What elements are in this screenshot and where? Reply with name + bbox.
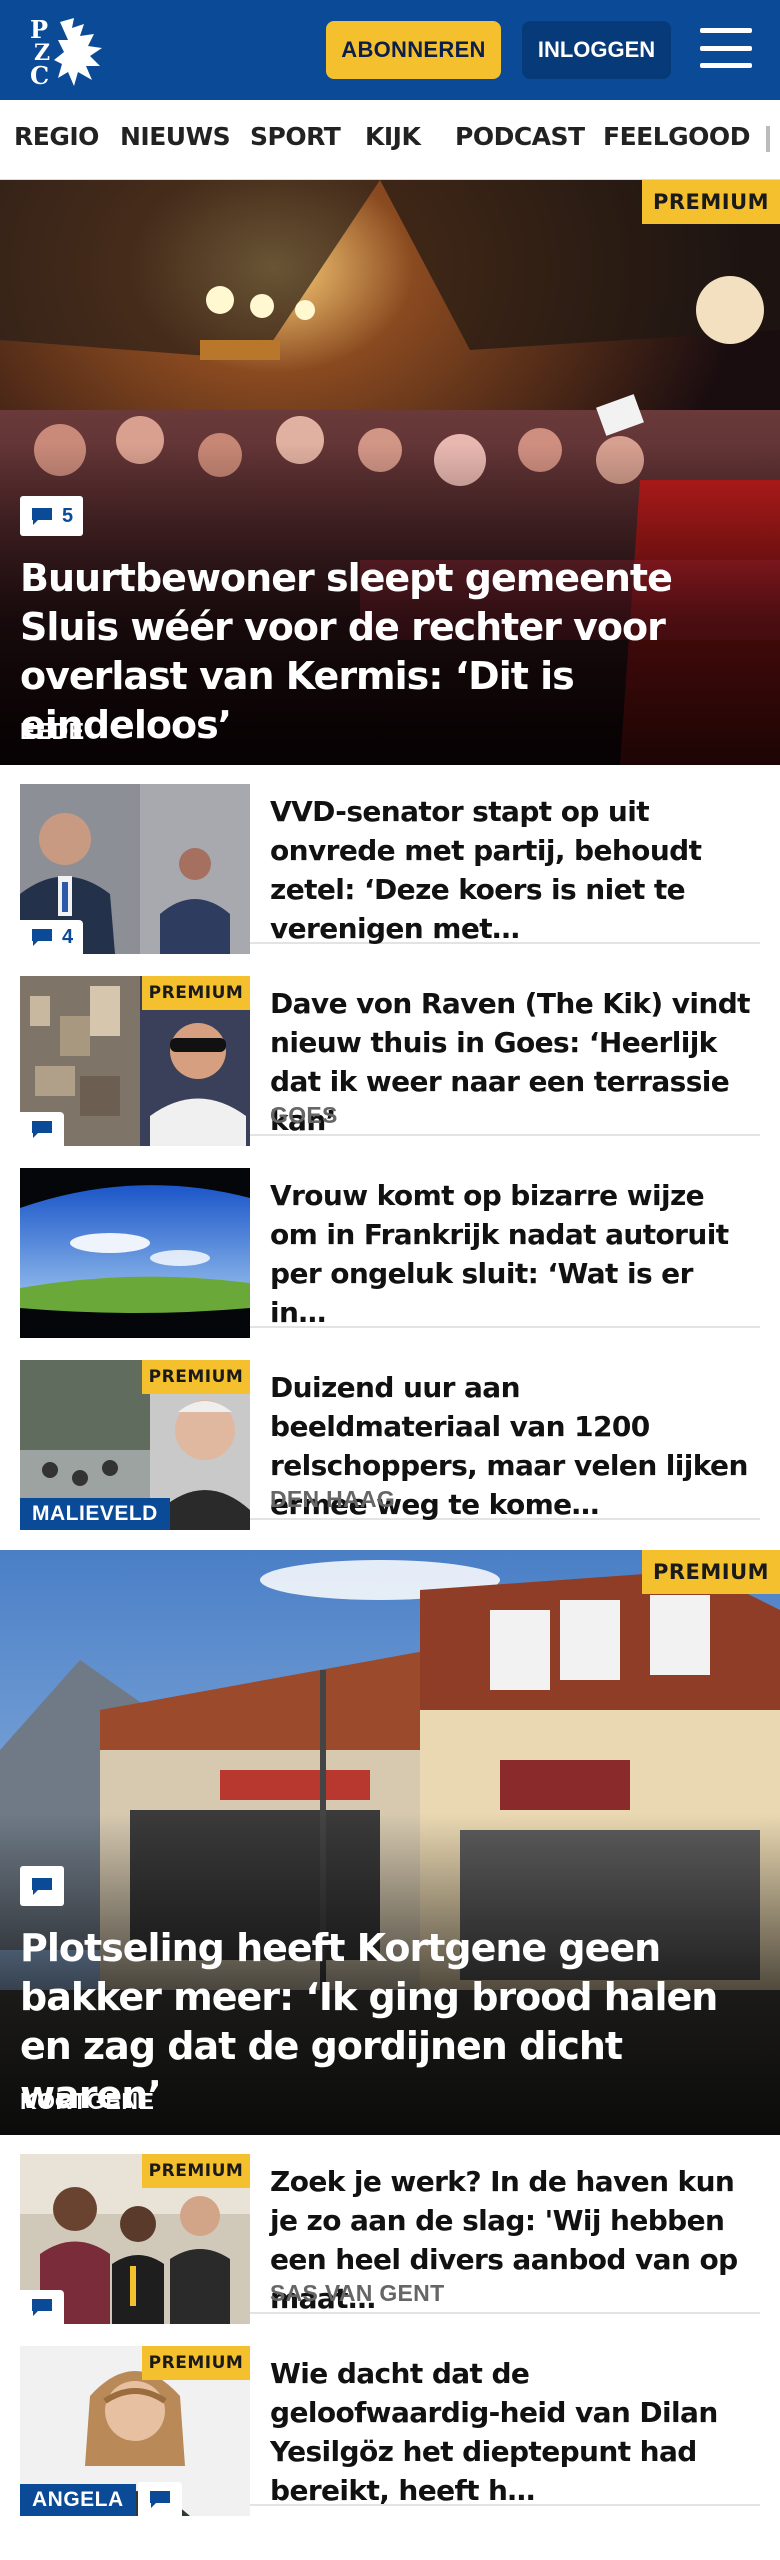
article-thumbnail: PREMIUM bbox=[20, 2154, 250, 2324]
list-item[interactable]: 4 VVD-senator stapt op uit onvrede met p… bbox=[20, 772, 760, 954]
article-headline[interactable]: Dave von Raven (The Kik) vindt nieuw thu… bbox=[270, 984, 751, 1140]
comment-count-badge[interactable]: 4 bbox=[20, 920, 84, 954]
comment-icon bbox=[32, 508, 52, 525]
article-location: SAS VAN GENT bbox=[270, 2280, 445, 2306]
hero-location: EEDE bbox=[20, 718, 85, 744]
article-headline[interactable]: Vrouw komt op bizarre wijze om in Frankr… bbox=[270, 1176, 750, 1332]
hero-article-kermis[interactable]: PREMIUM 5 Buurtbewoner sleept gemeente S… bbox=[0, 180, 780, 765]
comment-button[interactable] bbox=[138, 2482, 182, 2516]
nav-item-podcast[interactable]: PODCAST bbox=[455, 122, 585, 151]
topic-tag[interactable]: MALIEVELD bbox=[20, 1498, 170, 1530]
list-item[interactable]: PREMIUM Dave von Raven (The Kik) vindt n… bbox=[20, 964, 760, 1146]
article-headline[interactable]: Wie dacht dat de geloofwaardig-heid van … bbox=[270, 2354, 750, 2510]
article-thumbnail: PREMIUM ANGELA bbox=[20, 2346, 250, 2516]
premium-badge: PREMIUM bbox=[142, 1360, 250, 1394]
hero-article-kortgene[interactable]: PREMIUM Plotseling heeft Kortgene geen b… bbox=[0, 1550, 780, 2135]
article-thumbnail: 4 bbox=[20, 784, 250, 954]
article-headline[interactable]: VVD-senator stapt op uit onvrede met par… bbox=[270, 792, 750, 948]
article-location: DEN HAAG bbox=[270, 1486, 396, 1512]
premium-badge: PREMIUM bbox=[642, 180, 780, 224]
hero-location: KORTGENE bbox=[20, 2088, 155, 2114]
nav-item-sport[interactable]: SPORT bbox=[250, 122, 341, 151]
hero-headline[interactable]: Buurtbewoner sleept gemeente Sluis wéér … bbox=[20, 554, 770, 750]
section-nav: REGIO NIEUWS SPORT KIJK PODCAST FEELGOOD bbox=[0, 100, 780, 180]
comment-count: 5 bbox=[62, 504, 74, 527]
nav-overflow-indicator bbox=[766, 126, 770, 152]
article-thumbnail: PREMIUM bbox=[20, 976, 250, 1146]
comment-button[interactable] bbox=[20, 2290, 64, 2324]
comment-icon bbox=[32, 1878, 52, 1895]
topic-tag[interactable]: ANGELA bbox=[20, 2484, 136, 2516]
comment-icon bbox=[32, 2299, 52, 2316]
subscribe-button[interactable]: ABONNEREN bbox=[326, 21, 501, 79]
nav-item-kijk[interactable]: KIJK bbox=[365, 122, 421, 151]
nav-item-feelgood[interactable]: FEELGOOD bbox=[603, 122, 750, 151]
comment-icon bbox=[32, 1121, 52, 1138]
premium-badge: PREMIUM bbox=[142, 2346, 250, 2380]
list-item[interactable]: PREMIUM Zoek je werk? In de haven kun je… bbox=[20, 2142, 760, 2324]
list-item[interactable]: PREMIUM ANGELA Wie dacht dat de geloofwa… bbox=[20, 2334, 760, 2516]
login-button[interactable]: INLOGGEN bbox=[522, 21, 671, 79]
pzc-logo[interactable]: P Z C bbox=[28, 14, 110, 90]
hamburger-menu-icon[interactable] bbox=[700, 24, 752, 72]
premium-badge: PREMIUM bbox=[142, 976, 250, 1010]
comment-count: 4 bbox=[62, 925, 74, 948]
svg-text:C: C bbox=[30, 61, 49, 88]
comment-icon bbox=[32, 929, 52, 946]
article-thumbnail bbox=[20, 1168, 250, 1338]
comment-button[interactable] bbox=[20, 1112, 64, 1146]
premium-badge: PREMIUM bbox=[642, 1550, 780, 1594]
nav-item-regio[interactable]: REGIO bbox=[14, 122, 99, 151]
article-location: GOES bbox=[270, 1102, 338, 1128]
comment-icon bbox=[150, 2491, 170, 2508]
list-item[interactable]: Vrouw komt op bizarre wijze om in Frankr… bbox=[20, 1156, 760, 1338]
top-bar: P Z C ABONNEREN INLOGGEN bbox=[0, 0, 780, 100]
premium-badge: PREMIUM bbox=[142, 2154, 250, 2188]
nav-item-nieuws[interactable]: NIEUWS bbox=[120, 122, 231, 151]
comment-count-badge[interactable]: 5 bbox=[20, 496, 84, 536]
comment-button[interactable] bbox=[20, 1866, 64, 1906]
list-item[interactable]: PREMIUM MALIEVELD Duizend uur aan beeldm… bbox=[20, 1348, 760, 1530]
article-thumbnail: PREMIUM MALIEVELD bbox=[20, 1360, 250, 1530]
